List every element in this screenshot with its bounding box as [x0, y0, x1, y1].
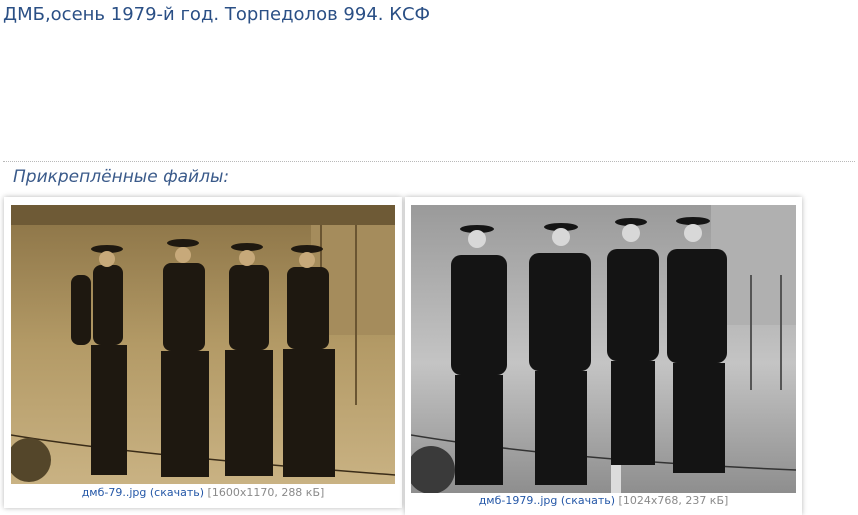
attachment-caption: дмб-1979..jpg (скачать) [1024x768, 237 к… [405, 494, 802, 508]
attachment-meta: [1024x768, 237 кБ] [618, 494, 729, 507]
attachment-download-link[interactable]: (скачать) [561, 494, 615, 507]
attachment-thumbnail[interactable] [11, 205, 395, 484]
attachment-card: дмб-1979..jpg (скачать) [1024x768, 237 к… [405, 197, 802, 515]
photo-sepia-sailors-icon [11, 205, 395, 484]
attachment-thumbnail[interactable] [411, 205, 796, 493]
post-title: ДМБ,осень 1979-й год. Торпедолов 994. КС… [3, 4, 431, 25]
attachment-meta: [1600x1170, 288 кБ] [207, 486, 325, 499]
attachment-filename-link[interactable]: дмб-79..jpg [82, 486, 147, 499]
attachments-heading: Прикреплённые файлы: [13, 167, 230, 187]
attachment-card: дмб-79..jpg (скачать) [1600x1170, 288 кБ… [4, 197, 402, 508]
divider [3, 161, 855, 162]
photo-bw-sailors-icon [411, 205, 796, 493]
attachment-caption: дмб-79..jpg (скачать) [1600x1170, 288 кБ… [4, 486, 402, 500]
attachment-filename-link[interactable]: дмб-1979..jpg [479, 494, 558, 507]
attachment-download-link[interactable]: (скачать) [150, 486, 204, 499]
